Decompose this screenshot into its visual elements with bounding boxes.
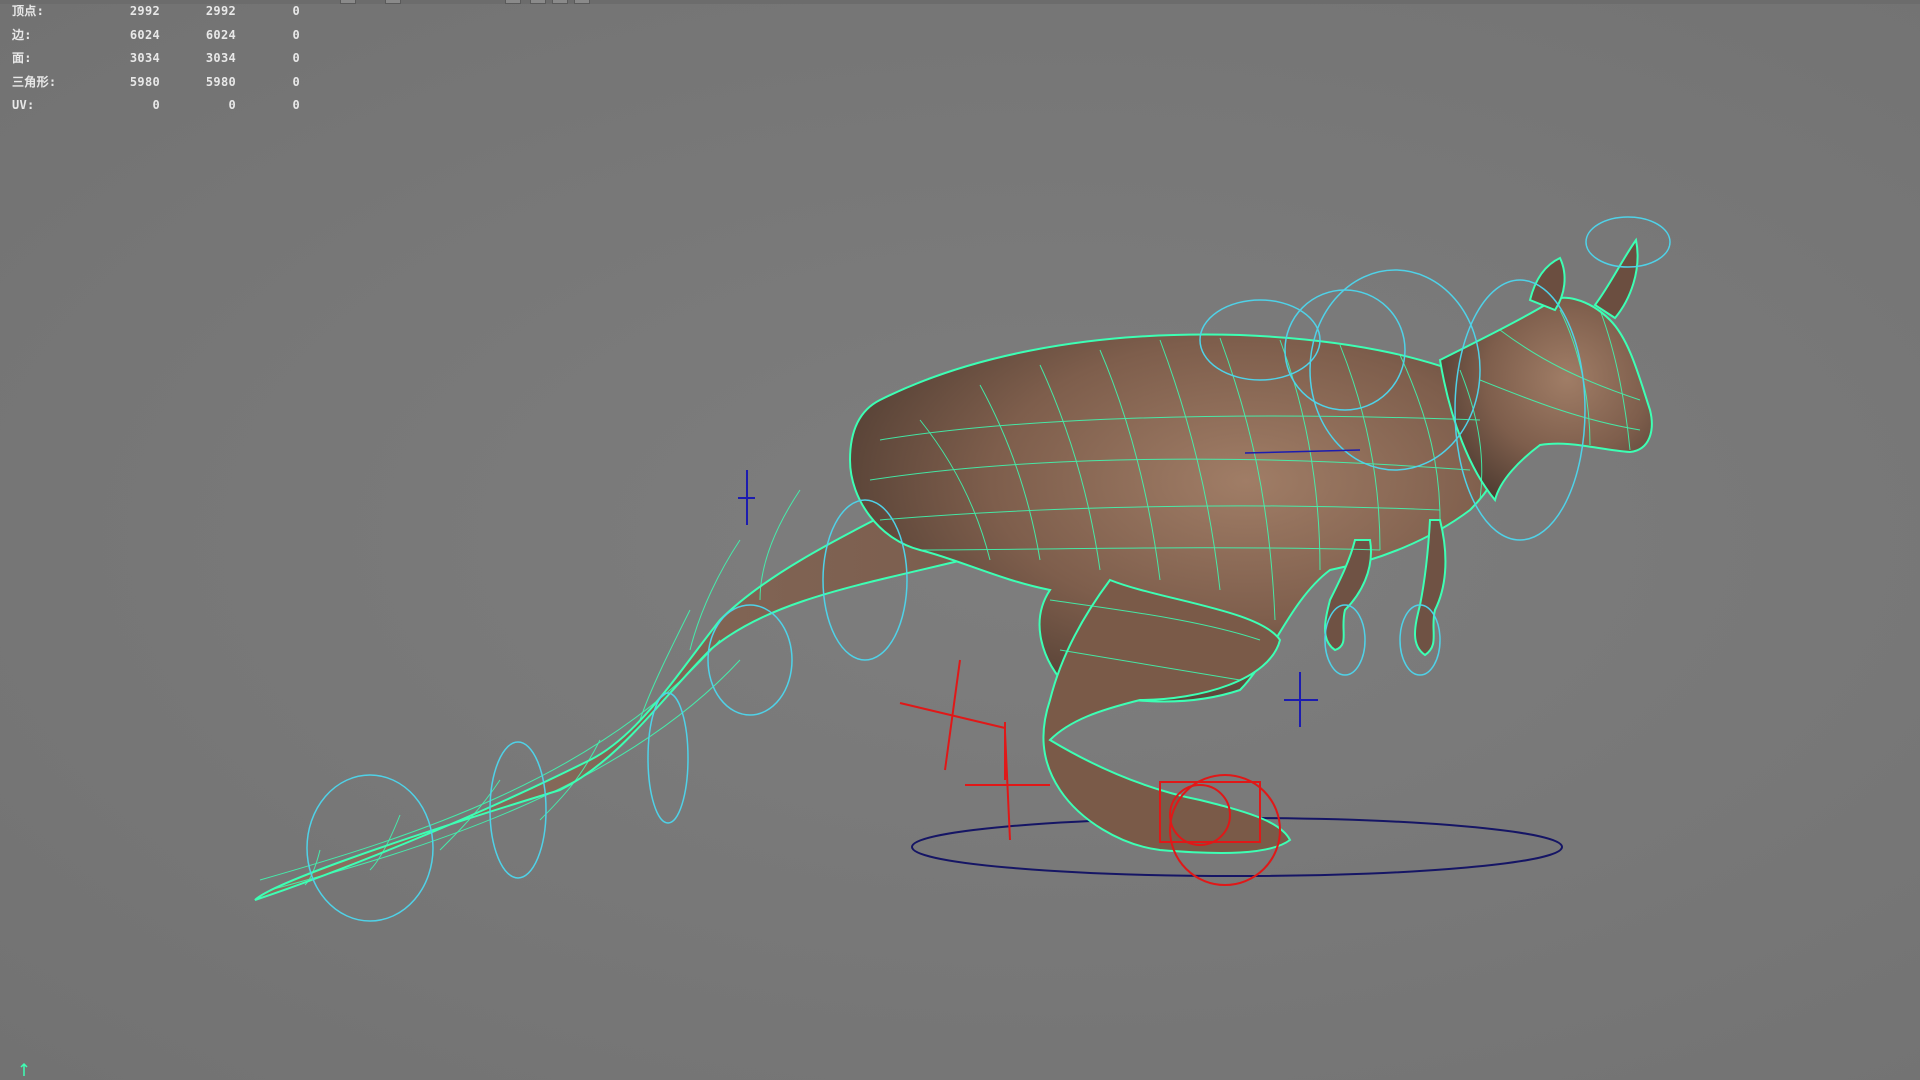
axis-y-icon	[20, 1062, 28, 1076]
kangaroo-ear-right[interactable]	[1593, 237, 1639, 320]
viewport-panel[interactable]: 顶点: 2992 2992 0 边: 6024 6024 0 面: 3034 3…	[0, 0, 1920, 1080]
scene-3d-view[interactable]	[0, 0, 1920, 1080]
